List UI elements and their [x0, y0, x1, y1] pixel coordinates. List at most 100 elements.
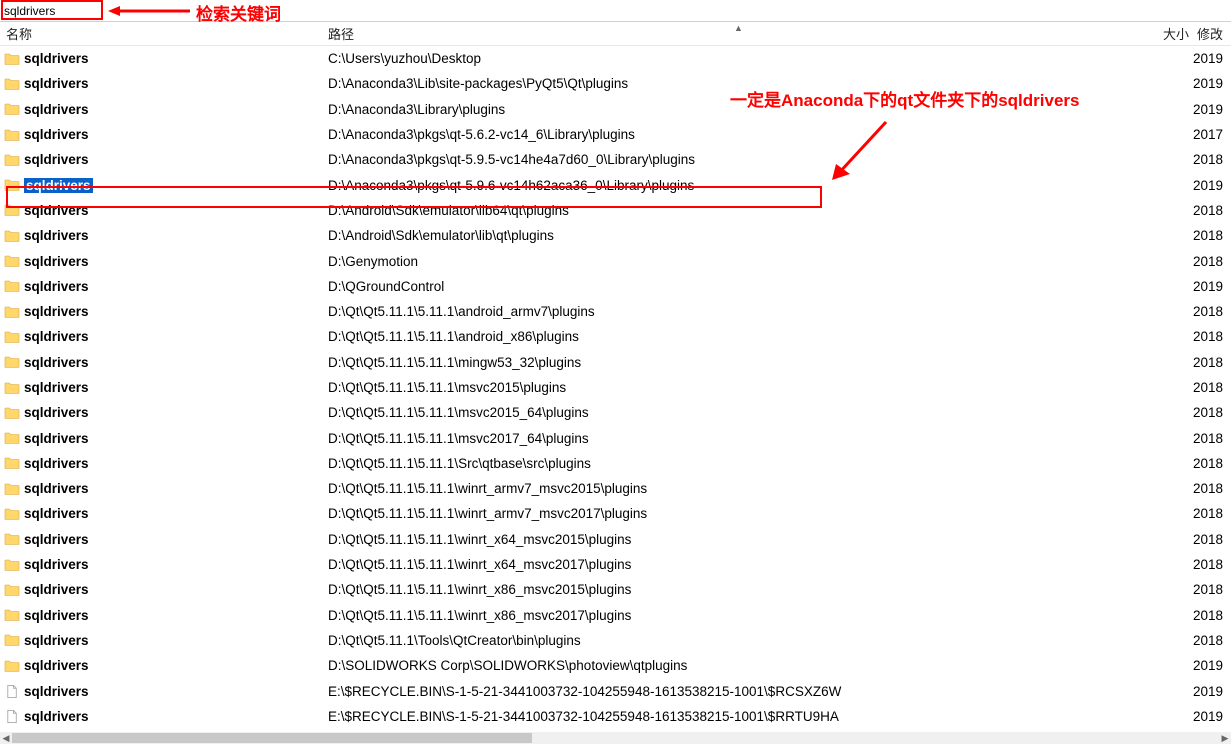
path-cell: D:\Qt\Qt5.11.1\5.11.1\android_x86\plugin… [322, 329, 1155, 344]
column-header-name[interactable]: 名称 [0, 22, 322, 45]
path-cell: D:\Qt\Qt5.11.1\5.11.1\winrt_x64_msvc2017… [322, 557, 1155, 572]
path-cell: D:\Anaconda3\pkgs\qt-5.6.2-vc14_6\Librar… [322, 127, 1155, 142]
file-name: sqldrivers [24, 633, 89, 648]
folder-icon [4, 354, 20, 370]
modified-cell: 2019 [1193, 709, 1231, 724]
name-cell: sqldrivers [0, 354, 322, 370]
folder-icon [4, 202, 20, 218]
path-cell: D:\Qt\Qt5.11.1\5.11.1\winrt_x64_msvc2015… [322, 532, 1155, 547]
result-row[interactable]: sqldrivers D:\Anaconda3\Lib\site-packages… [0, 71, 1231, 96]
name-cell: sqldrivers [0, 177, 322, 193]
modified-cell: 2018 [1193, 380, 1231, 395]
modified-cell: 2018 [1193, 431, 1231, 446]
file-name: sqldrivers [24, 329, 89, 344]
file-name: sqldrivers [24, 228, 89, 243]
folder-icon [4, 430, 20, 446]
name-cell: sqldrivers [0, 506, 322, 522]
result-row[interactable]: sqldrivers D:\Qt\Qt5.11.1\5.11.1\winrt_ar… [0, 476, 1231, 501]
path-cell: D:\Qt\Qt5.11.1\5.11.1\winrt_x86_msvc2015… [322, 582, 1155, 597]
result-row[interactable]: sqldriversD:\Qt\Qt5.11.1\5.11.1\winrt_x8… [0, 603, 1231, 628]
result-row[interactable]: sqldriversD:\Qt\Qt5.11.1\5.11.1\android_… [0, 299, 1231, 324]
column-header-modified[interactable]: 修改 [1193, 24, 1231, 43]
result-row[interactable]: sqldriversD:\Genymotion2018 [0, 248, 1231, 273]
result-row[interactable]: sqldriversD:\Qt\Qt5.11.1\5.11.1\msvc2015… [0, 400, 1231, 425]
name-cell: sqldrivers [0, 455, 322, 471]
name-cell: sqldrivers [0, 683, 322, 699]
folder-icon [4, 632, 20, 648]
result-row[interactable]: sqldriversD:\Qt\Qt5.11.1\5.11.1\msvc2017… [0, 425, 1231, 450]
modified-cell: 2018 [1193, 532, 1231, 547]
column-header-size[interactable]: 大小 [1155, 24, 1193, 43]
modified-cell: 2018 [1193, 456, 1231, 471]
result-row[interactable]: sqldriversD:\Qt\Qt5.11.1\5.11.1\winrt_x6… [0, 552, 1231, 577]
file-name: sqldrivers [24, 405, 89, 420]
folder-icon [4, 531, 20, 547]
modified-cell: 2019 [1193, 102, 1231, 117]
path-cell: D:\Qt\Qt5.11.1\5.11.1\winrt_armv7_msvc20… [322, 481, 1155, 496]
result-row[interactable]: sqldrivers D:\Qt\Qt5.11.1\5.11.1\android_… [0, 324, 1231, 349]
name-cell: sqldrivers [0, 329, 322, 345]
column-header-path[interactable]: 路径 ▲ [322, 22, 1155, 45]
name-cell: sqldrivers [0, 76, 322, 92]
name-cell: sqldrivers [0, 632, 322, 648]
name-cell: sqldrivers [0, 708, 322, 724]
results-list: sqldriversC:\Users\yuzhou\Desktop2019sql… [0, 46, 1231, 732]
name-cell: sqldrivers [0, 304, 322, 320]
scrollbar-thumb[interactable] [12, 733, 532, 743]
path-cell: D:\Qt\Qt5.11.1\5.11.1\winrt_x86_msvc2017… [322, 608, 1155, 623]
result-row[interactable]: sqldriversD:\Qt\Qt5.11.1\5.11.1\winrt_x6… [0, 527, 1231, 552]
result-row[interactable]: sqldriversD:\Qt\Qt5.11.1\Tools\QtCreator… [0, 628, 1231, 653]
horizontal-scrollbar[interactable]: ◀ ▶ [0, 732, 1231, 744]
result-row[interactable]: sqldriversE:\$RECYCLE.BIN\S-1-5-21-34410… [0, 704, 1231, 729]
file-icon [4, 708, 20, 724]
name-cell: sqldrivers [0, 228, 322, 244]
file-name: sqldrivers [24, 355, 89, 370]
folder-icon [4, 278, 20, 294]
folder-icon [4, 506, 20, 522]
result-row[interactable]: sqldriversD:\Anaconda3\Library\plugins20… [0, 97, 1231, 122]
modified-cell: 2018 [1193, 405, 1231, 420]
file-name: sqldrivers [24, 481, 89, 496]
result-row[interactable]: sqldriversD:\Android\Sdk\emulator\lib64\… [0, 198, 1231, 223]
file-name: sqldrivers [24, 254, 89, 269]
path-cell: D:\Anaconda3\Lib\site-packages\PyQt5\Qt\… [322, 76, 1155, 91]
file-name: sqldrivers [24, 506, 89, 521]
modified-cell: 2018 [1193, 608, 1231, 623]
modified-cell: 2019 [1193, 178, 1231, 193]
file-name: sqldrivers [24, 178, 93, 193]
modified-cell: 2017 [1193, 127, 1231, 142]
result-row[interactable]: sqldriversD:\Android\Sdk\emulator\lib\qt… [0, 223, 1231, 248]
modified-cell: 2019 [1193, 279, 1231, 294]
scroll-right-icon[interactable]: ▶ [1219, 732, 1231, 744]
search-input[interactable] [4, 2, 98, 20]
modified-cell: 2018 [1193, 355, 1231, 370]
result-row[interactable]: sqldriversD:\Qt\Qt5.11.1\5.11.1\mingw53_… [0, 350, 1231, 375]
name-cell: sqldrivers [0, 607, 322, 623]
result-row[interactable]: sqldriversD:\Qt\Qt5.11.1\5.11.1\winrt_x8… [0, 577, 1231, 602]
modified-cell: 2018 [1193, 152, 1231, 167]
result-row[interactable]: sqldriversD:\QGroundControl 2019 [0, 274, 1231, 299]
result-row[interactable]: sqldriversD:\Anaconda3\pkgs\qt-5.6.2-vc1… [0, 122, 1231, 147]
modified-cell: 2019 [1193, 76, 1231, 91]
name-cell: sqldrivers [0, 278, 322, 294]
modified-cell: 2019 [1193, 684, 1231, 699]
result-row[interactable]: sqldriversD:\Anaconda3\pkgs\qt-5.9.6-vc1… [0, 172, 1231, 197]
result-row[interactable]: sqldriversD:\Anaconda3\pkgs\qt-5.9.5-vc1… [0, 147, 1231, 172]
path-cell: D:\QGroundControl [322, 279, 1155, 294]
result-row[interactable]: sqldriversD:\SOLIDWORKS Corp\SOLIDWORKS\… [0, 653, 1231, 678]
path-cell: D:\Android\Sdk\emulator\lib64\qt\plugins [322, 203, 1155, 218]
folder-icon [4, 51, 20, 67]
result-row[interactable]: sqldriversD:\Qt\Qt5.11.1\5.11.1\msvc2015… [0, 375, 1231, 400]
modified-cell: 2019 [1193, 51, 1231, 66]
result-row[interactable]: sqldriversD:\Qt\Qt5.11.1\5.11.1\winrt_ar… [0, 501, 1231, 526]
result-row[interactable]: sqldriversD:\Qt\Qt5.11.1\5.11.1\Src\qtba… [0, 451, 1231, 476]
name-cell: sqldrivers [0, 582, 322, 598]
result-row[interactable]: sqldriversE:\$RECYCLE.BIN\S-1-5-21-34410… [0, 678, 1231, 703]
folder-icon [4, 658, 20, 674]
file-name: sqldrivers [24, 76, 89, 91]
modified-cell: 2018 [1193, 254, 1231, 269]
scroll-left-icon[interactable]: ◀ [0, 732, 12, 744]
folder-icon [4, 127, 20, 143]
name-cell: sqldrivers [0, 202, 322, 218]
result-row[interactable]: sqldriversC:\Users\yuzhou\Desktop2019 [0, 46, 1231, 71]
